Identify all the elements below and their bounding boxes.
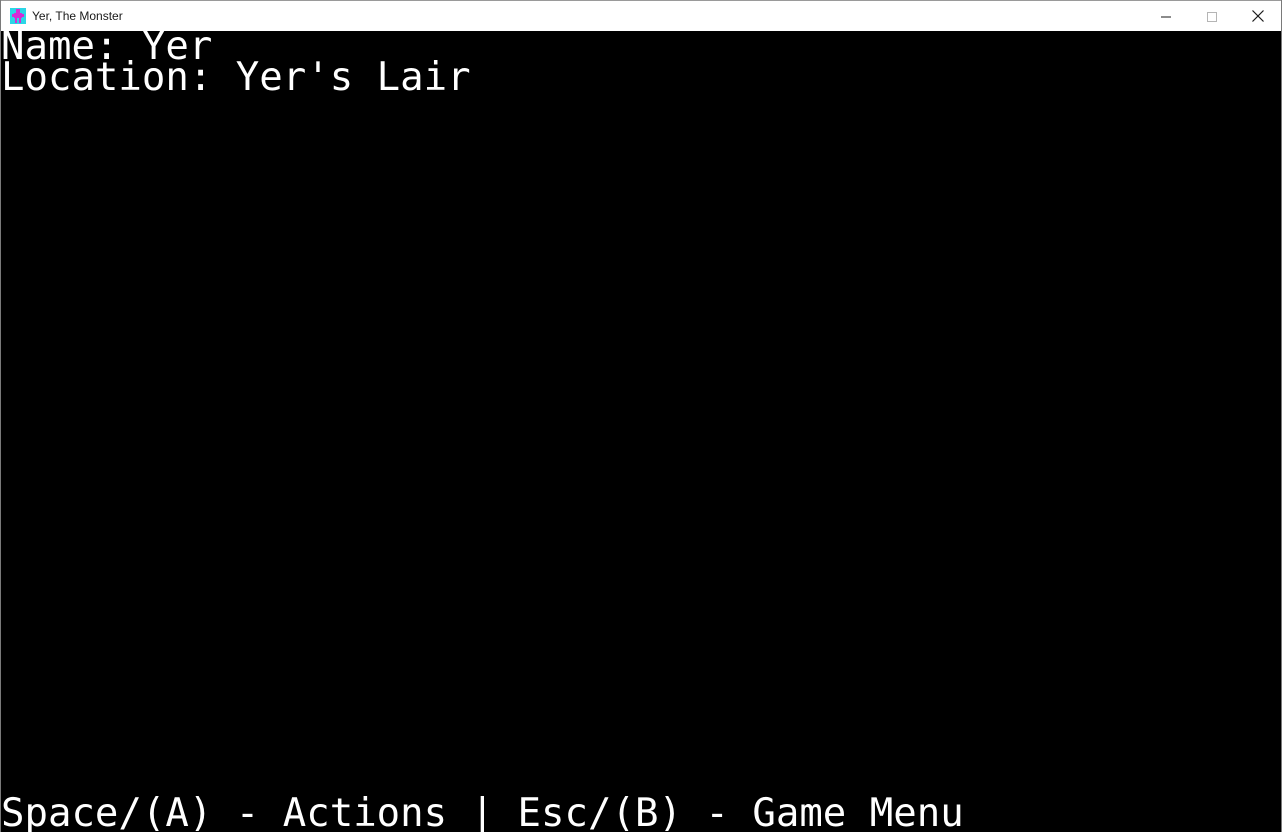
game-screen[interactable]: Name: Yer Location: Yer's Lair Space/(A)… xyxy=(1,31,1281,832)
window-controls xyxy=(1143,1,1281,31)
close-button[interactable] xyxy=(1235,1,1281,31)
monster-app-icon xyxy=(10,8,26,24)
close-icon xyxy=(1252,7,1264,26)
controls-hint: Space/(A) - Actions | Esc/(B) - Game Men… xyxy=(1,791,964,832)
minimize-button[interactable] xyxy=(1143,1,1189,31)
maximize-button[interactable] xyxy=(1189,1,1235,31)
game-window: Yer, The Monster Name: Yer Location: Yer… xyxy=(0,0,1282,832)
minimize-icon xyxy=(1161,7,1171,26)
location-text: Location: Yer's Lair xyxy=(1,55,471,100)
title-bar[interactable]: Yer, The Monster xyxy=(1,0,1281,31)
window-title: Yer, The Monster xyxy=(32,9,123,23)
maximize-icon xyxy=(1207,7,1217,26)
